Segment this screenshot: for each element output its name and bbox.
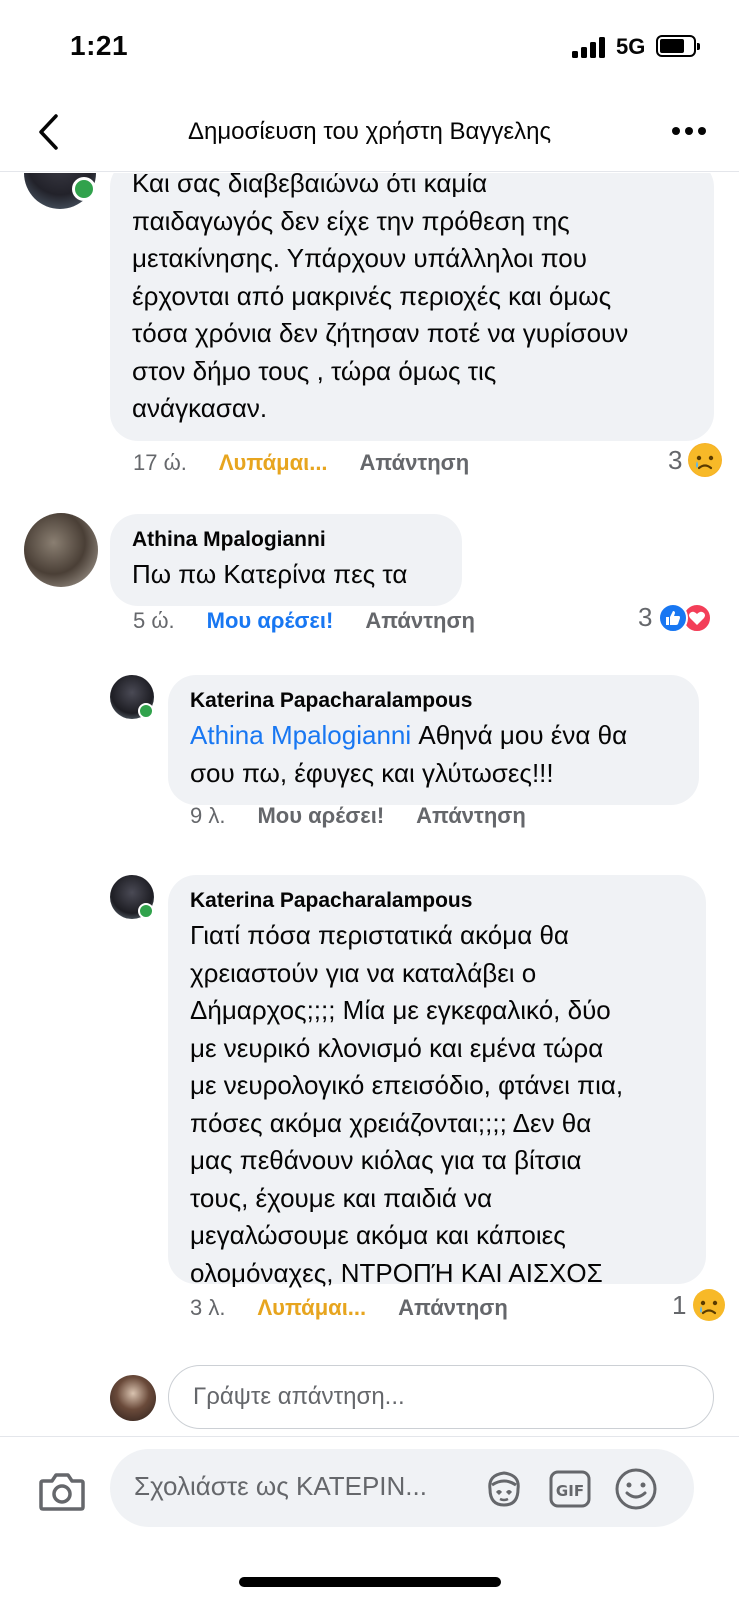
gif-icon: GIF (549, 1470, 591, 1508)
online-status-dot (138, 903, 154, 919)
comments-list: Και σας διαβεβαιώνω ότι καμία παιδαγωγός… (0, 173, 739, 1435)
reaction-summary[interactable]: 1 (672, 1288, 726, 1322)
comment-text: Γιατί πόσα περιστατικά ακόμα θα χρειαστο… (190, 920, 624, 1288)
comment-time: 5 ώ. (133, 608, 175, 633)
gif-button[interactable]: GIF (548, 1467, 592, 1511)
status-time: 1:21 (70, 30, 129, 61)
online-status-dot (72, 177, 96, 201)
comment-author[interactable]: Katerina Papacharalampous (190, 889, 684, 913)
online-status-dot (138, 703, 154, 719)
camera-icon (39, 1473, 85, 1511)
reaction-summary[interactable]: 3 (638, 602, 713, 633)
comment-text: Και σας διαβεβαιώνω ότι καμία παιδαγωγός… (132, 173, 629, 423)
reaction-count: 3 (638, 602, 653, 632)
current-user-avatar (110, 1375, 156, 1421)
avatar-sticker-icon (488, 1471, 520, 1507)
comment-author[interactable]: Athina Mpalogianni (132, 528, 440, 552)
comment-input[interactable]: Σχολιάστε ως ΚΑΤΕΡΙΝ... GIF (110, 1449, 694, 1527)
more-options-button[interactable] (669, 116, 709, 146)
signal-icon (572, 36, 606, 58)
reply-input[interactable]: Γράψτε απάντηση... (168, 1365, 714, 1429)
comment-time: 3 λ. (190, 1295, 226, 1320)
reply-input-placeholder: Γράψτε απάντηση... (193, 1383, 405, 1410)
battery-icon (656, 35, 700, 57)
back-button[interactable] (28, 110, 68, 154)
comment-meta: 3 λ. Λυπάμαι... Απάντηση (190, 1295, 508, 1321)
comment-bubble[interactable]: Katerina Papacharalampous Athina Mpalogi… (168, 675, 699, 805)
reply-button[interactable]: Απάντηση (416, 803, 526, 829)
mention-link[interactable]: Athina Mpalogianni (190, 720, 411, 750)
comment-bubble[interactable]: Katerina Papacharalampous Γιατί πόσα περ… (168, 875, 706, 1288)
comment-time: 17 ώ. (133, 450, 187, 475)
comment-bubble[interactable]: Και σας διαβεβαιώνω ότι καμία παιδαγωγός… (110, 173, 714, 441)
reaction-button[interactable]: Λυπάμαι... (257, 1295, 366, 1321)
emoji-button[interactable] (614, 1467, 658, 1511)
comment-meta: 9 λ. Μου αρέσει! Απάντηση (190, 803, 526, 829)
comment-author[interactable]: Katerina Papacharalampous (190, 689, 677, 713)
reaction-count: 1 (672, 1289, 687, 1320)
comment-meta: 5 ώ. Μου αρέσει! Απάντηση (133, 608, 475, 634)
svg-text:GIF: GIF (556, 1482, 584, 1500)
avatar[interactable] (24, 513, 98, 587)
camera-button[interactable] (36, 1465, 88, 1517)
reaction-button[interactable]: Λυπάμαι... (219, 450, 328, 476)
comment-time: 9 λ. (190, 803, 226, 828)
sad-icon (692, 1288, 726, 1322)
comment-composer: Σχολιάστε ως ΚΑΤΕΡΙΝ... GIF (0, 1436, 739, 1600)
home-indicator (239, 1577, 501, 1587)
emoji-icon (615, 1468, 657, 1510)
like-button[interactable]: Μου αρέσει! (207, 608, 334, 634)
reaction-count: 3 (668, 444, 683, 475)
comment-input-placeholder: Σχολιάστε ως ΚΑΤΕΡΙΝ... (134, 1471, 427, 1501)
chevron-left-icon (39, 114, 58, 150)
post-header: Δημοσίευση του χρήστη Βαγγελης (0, 96, 739, 172)
like-icon (658, 602, 689, 633)
reaction-summary[interactable]: 3 (668, 443, 723, 477)
comment-meta: 17 ώ. Λυπάμαι... Απάντηση (133, 450, 469, 476)
comment-bubble[interactable]: Athina Mpalogianni Πω πω Κατερίνα πες τα (110, 514, 462, 606)
sad-icon (688, 443, 723, 477)
page-title: Δημοσίευση του χρήστη Βαγγελης (187, 118, 552, 145)
status-bar: 1:21 5G (0, 0, 739, 96)
comment-text: Athina Mpalogianni Αθηνά μου ένα θα σου π… (190, 720, 628, 788)
reply-button[interactable]: Απάντηση (365, 608, 475, 634)
comment-text: Πω πω Κατερίνα πες τα (132, 559, 408, 589)
reply-button[interactable]: Απάντηση (360, 450, 470, 476)
like-button[interactable]: Μου αρέσει! (257, 803, 384, 829)
network-label: 5G (616, 34, 646, 59)
avatar-sticker-button[interactable] (482, 1467, 526, 1511)
reply-button[interactable]: Απάντηση (398, 1295, 508, 1321)
